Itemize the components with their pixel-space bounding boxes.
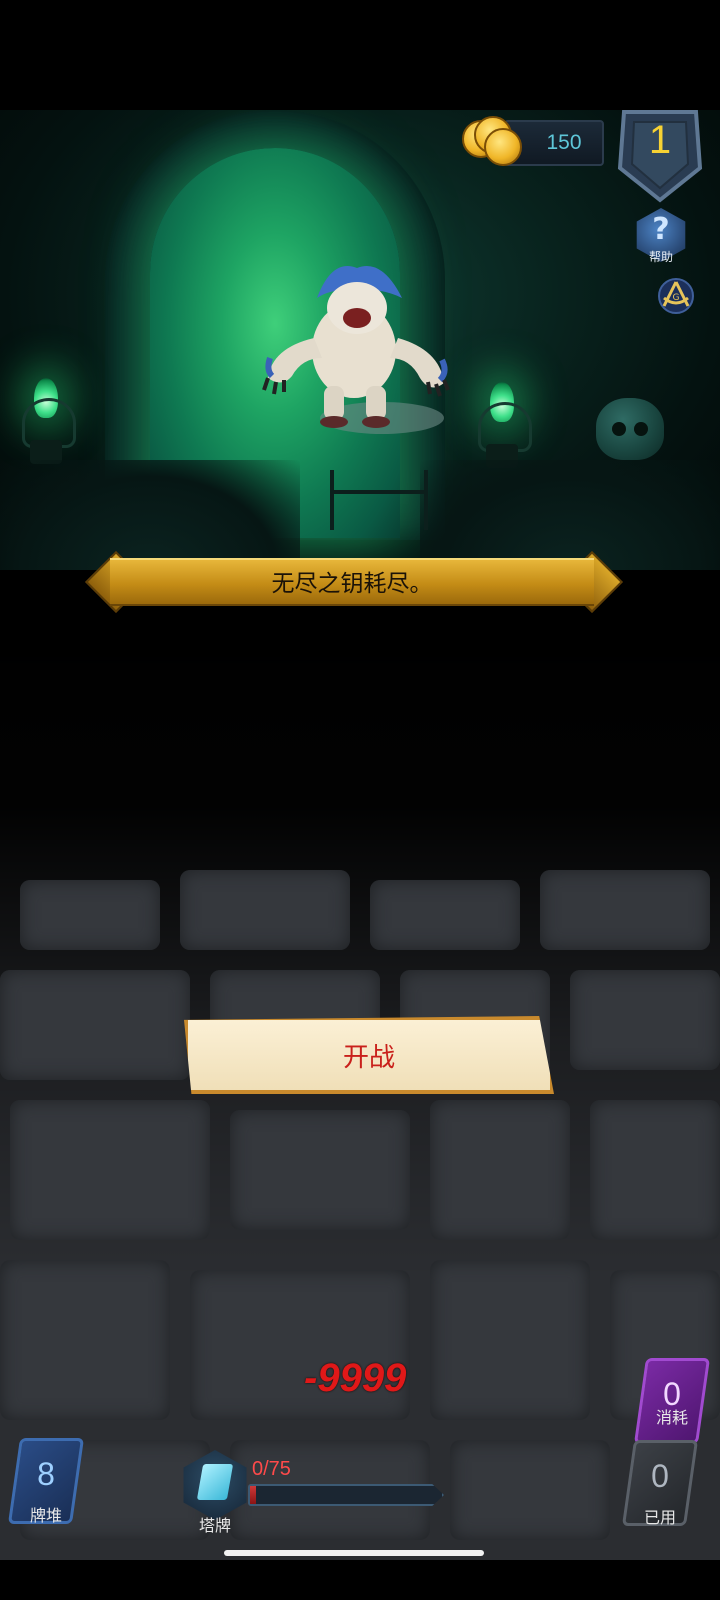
left-rubble bbox=[0, 460, 300, 570]
tower-label: 塔牌 bbox=[198, 1516, 231, 1535]
svg-text:G: G bbox=[673, 293, 680, 303]
home-indicator[interactable] bbox=[224, 1550, 484, 1556]
right-rubble bbox=[420, 460, 720, 570]
used-pile-button[interactable]: 0 已用 bbox=[621, 1440, 699, 1527]
level-number: 1 bbox=[648, 118, 672, 162]
start-battle-button[interactable]: 开战 bbox=[184, 1016, 554, 1094]
game-screen: 150 1 ? 帮助 G 无尽之钥耗尽。 开战 -9999 8 牌堆 塔牌 0/… bbox=[0, 0, 720, 1600]
help-button[interactable]: ? 帮助 bbox=[634, 208, 688, 264]
tower-progress-text: 0/75 bbox=[252, 1458, 291, 1480]
tower-crystal-icon bbox=[196, 1464, 234, 1500]
start-battle-label: 开战 bbox=[342, 1042, 395, 1073]
used-count: 0 bbox=[651, 1458, 669, 1494]
coin-value: 150 bbox=[546, 131, 582, 154]
coin-stack-icon bbox=[460, 114, 522, 166]
consumed-label: 消耗 bbox=[655, 1408, 688, 1427]
banner-text: 无尽之钥耗尽。 bbox=[271, 571, 433, 597]
monster-yeti[interactable] bbox=[262, 258, 452, 438]
broken-fence bbox=[330, 470, 428, 530]
tower-progress-fill bbox=[250, 1486, 256, 1504]
right-torch-icon bbox=[472, 382, 532, 472]
consumed-pile-button[interactable]: 0 消耗 bbox=[633, 1358, 711, 1444]
deck-label: 牌堆 bbox=[29, 1506, 62, 1525]
help-label: 帮助 bbox=[648, 250, 673, 264]
deck-pile-button[interactable]: 8 牌堆 bbox=[7, 1438, 85, 1525]
skull-icon bbox=[596, 398, 664, 460]
masonic-emblem-icon[interactable]: G bbox=[656, 276, 696, 316]
damage-popup: -9999 bbox=[304, 1356, 407, 1400]
used-label: 已用 bbox=[643, 1508, 676, 1527]
dungeon-scene bbox=[0, 110, 720, 570]
tower-card-button[interactable]: 塔牌 bbox=[180, 1450, 250, 1535]
deck-count: 8 bbox=[37, 1456, 55, 1492]
left-torch-icon bbox=[16, 378, 76, 468]
tower-progress-bar bbox=[248, 1484, 444, 1506]
message-banner: 无尽之钥耗尽。 bbox=[84, 550, 624, 614]
